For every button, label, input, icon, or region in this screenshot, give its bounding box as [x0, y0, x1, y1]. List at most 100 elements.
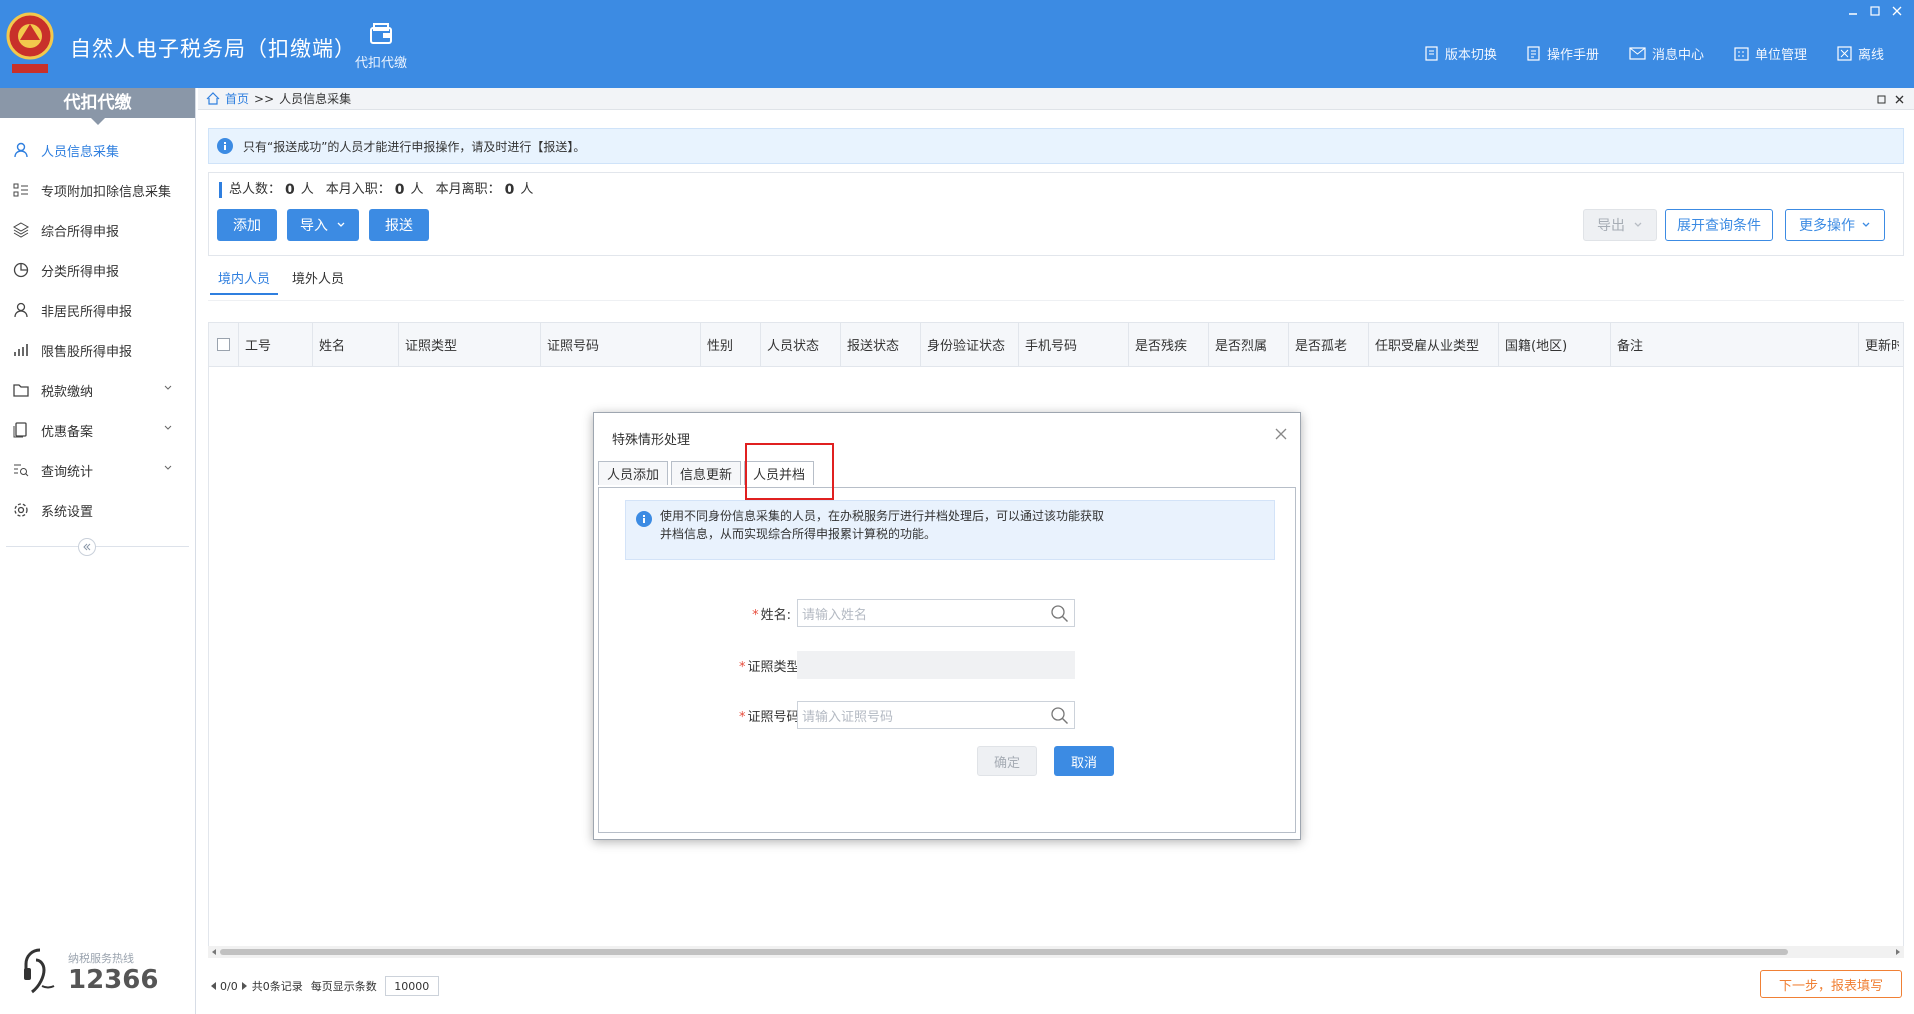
person-icon: [14, 142, 28, 158]
col-header[interactable]: 更新时: [1859, 323, 1899, 367]
col-header[interactable]: 证照号码: [541, 322, 701, 367]
import-button[interactable]: 导入: [287, 209, 359, 241]
chevron-down-icon: [337, 222, 345, 227]
id-number-input[interactable]: 请输入证照号码: [797, 701, 1075, 729]
add-button[interactable]: 添加: [217, 209, 277, 241]
scrollbar-thumb[interactable]: [220, 949, 1788, 955]
sidebar-item-classified-income[interactable]: 分类所得申报: [0, 250, 195, 290]
gear-icon: [14, 503, 28, 517]
confirm-button[interactable]: 确定: [977, 746, 1037, 776]
info-icon: [217, 138, 233, 154]
id-type-select[interactable]: [797, 651, 1075, 679]
sidebar-item-system-settings[interactable]: 系统设置: [0, 490, 195, 530]
manual-button[interactable]: 操作手册: [1527, 44, 1599, 63]
search-list-icon: [14, 464, 29, 477]
nav-withholding-label: 代扣代缴: [354, 56, 407, 71]
scroll-left-icon[interactable]: [210, 946, 218, 958]
more-operations-button[interactable]: 更多操作: [1785, 209, 1885, 241]
close-icon[interactable]: [1886, 2, 1908, 20]
prev-page-icon[interactable]: [210, 981, 218, 991]
hotline-number: 12366: [68, 965, 159, 995]
sidebar-item-label: 限售股所得申报: [41, 344, 133, 360]
sidebar-item-comprehensive-income[interactable]: 综合所得申报: [0, 210, 195, 250]
export-button[interactable]: 导出: [1583, 209, 1657, 241]
service-hotline: 纳税服务热线 12366: [20, 946, 158, 998]
col-header[interactable]: 是否烈属: [1209, 322, 1289, 367]
id-number-label: * 证照号码:: [739, 706, 804, 725]
sidebar-item-tax-payment[interactable]: 税款缴纳: [0, 370, 195, 410]
close-panel-icon[interactable]: [1890, 91, 1908, 107]
version-switch-button[interactable]: 版本切换: [1425, 44, 1497, 63]
mail-icon: [1629, 47, 1646, 60]
col-header[interactable]: 手机号码: [1019, 322, 1129, 367]
unit-management-button[interactable]: 单位管理: [1734, 44, 1807, 63]
sidebar-item-preferential-filing[interactable]: 优惠备案: [0, 410, 195, 450]
name-input[interactable]: 请输入姓名: [797, 599, 1075, 627]
col-header[interactable]: 国籍(地区): [1499, 322, 1611, 367]
maximize-icon[interactable]: [1864, 2, 1886, 20]
sidebar-item-person-info[interactable]: 人员信息采集: [0, 130, 195, 170]
dialog-close-icon[interactable]: [1272, 425, 1290, 443]
breadcrumb-home-link[interactable]: 首页: [225, 90, 249, 107]
col-header[interactable]: 是否孤老: [1289, 322, 1369, 367]
unit-label: 人: [410, 182, 424, 197]
home-icon[interactable]: [206, 92, 220, 105]
scroll-right-icon[interactable]: [1894, 946, 1902, 958]
search-icon[interactable]: [1050, 604, 1070, 624]
info-icon: [636, 511, 652, 527]
sidebar-item-label: 人员信息采集: [41, 144, 120, 160]
record-count: 共0条记录: [251, 980, 303, 993]
col-header[interactable]: 身份验证状态: [921, 322, 1019, 367]
expand-query-button[interactable]: 展开查询条件: [1665, 209, 1773, 241]
col-header[interactable]: 证照类型: [399, 322, 541, 367]
app-header: 自然人电子税务局（扣缴端） 代扣代缴 版本切换 操作手册 消息中心 单位管理 离…: [0, 0, 1914, 88]
tab-overseas[interactable]: 境外人员: [284, 268, 352, 295]
manual-icon: [1527, 46, 1540, 61]
breadcrumb-separator: >>: [254, 91, 275, 106]
tab-person-add[interactable]: 人员添加: [598, 461, 669, 485]
required-mark: *: [739, 709, 746, 725]
folder-icon: [13, 384, 29, 397]
nav-withholding[interactable]: 代扣代缴: [348, 22, 414, 71]
document-icon: [1425, 46, 1438, 61]
search-icon[interactable]: [1050, 706, 1070, 726]
sidebar-item-label: 税款缴纳: [41, 384, 94, 400]
offline-button[interactable]: 离线: [1837, 44, 1884, 63]
cancel-button[interactable]: 取消: [1054, 746, 1114, 776]
col-header[interactable]: 是否残疾: [1129, 322, 1209, 367]
sidebar-item-query-stats[interactable]: 查询统计: [0, 450, 195, 490]
sidebar-collapse-button[interactable]: [78, 538, 96, 556]
col-header[interactable]: 姓名: [313, 322, 399, 367]
copy-icon: [13, 422, 27, 438]
next-step-button[interactable]: 下一步，报表填写: [1760, 970, 1902, 998]
tab-info-update[interactable]: 信息更新: [671, 461, 742, 485]
notice-text: 只有“报送成功”的人员才能进行申报操作，请及时进行【报送】。: [243, 139, 586, 154]
sidebar-item-restricted-stock[interactable]: 限售股所得申报: [0, 330, 195, 370]
col-header[interactable]: 报送状态: [841, 322, 921, 367]
dialog-title: 特殊情形处理: [612, 433, 691, 448]
version-switch-label: 版本切换: [1444, 48, 1497, 63]
sidebar-item-nonresident-income[interactable]: 非居民所得申报: [0, 290, 195, 330]
tab-domestic[interactable]: 境内人员: [210, 268, 279, 295]
horizontal-scrollbar[interactable]: [208, 946, 1904, 958]
per-page-input[interactable]: 10000: [384, 976, 439, 996]
sidebar-item-special-deduction[interactable]: 专项附加扣除信息采集: [0, 170, 195, 210]
next-page-icon[interactable]: [240, 981, 248, 991]
col-header[interactable]: 工号: [239, 322, 313, 367]
col-header[interactable]: 性别: [701, 322, 761, 367]
restore-panel-icon[interactable]: [1872, 91, 1890, 107]
col-header[interactable]: 备注: [1611, 322, 1859, 367]
minimize-icon[interactable]: [1842, 2, 1864, 20]
per-page-label: 每页显示条数: [310, 980, 377, 993]
col-header[interactable]: 人员状态: [761, 322, 841, 367]
unit-label: 人: [300, 182, 314, 197]
headset-icon: [24, 948, 55, 994]
message-center-button[interactable]: 消息中心: [1629, 44, 1704, 63]
breadcrumb: 首页 >> 人员信息采集: [198, 88, 1914, 110]
submit-button[interactable]: 报送: [369, 209, 429, 241]
wallet-icon: [370, 23, 392, 44]
select-all-checkbox[interactable]: [217, 338, 230, 351]
col-header[interactable]: 任职受雇从业类型: [1369, 322, 1499, 367]
required-mark: *: [752, 607, 759, 623]
toolbar-card: 总人数： 0 人 本月入职： 0 人 本月离职： 0 人 添加 导入 报送 导出 展开查询条…: [208, 172, 1904, 256]
